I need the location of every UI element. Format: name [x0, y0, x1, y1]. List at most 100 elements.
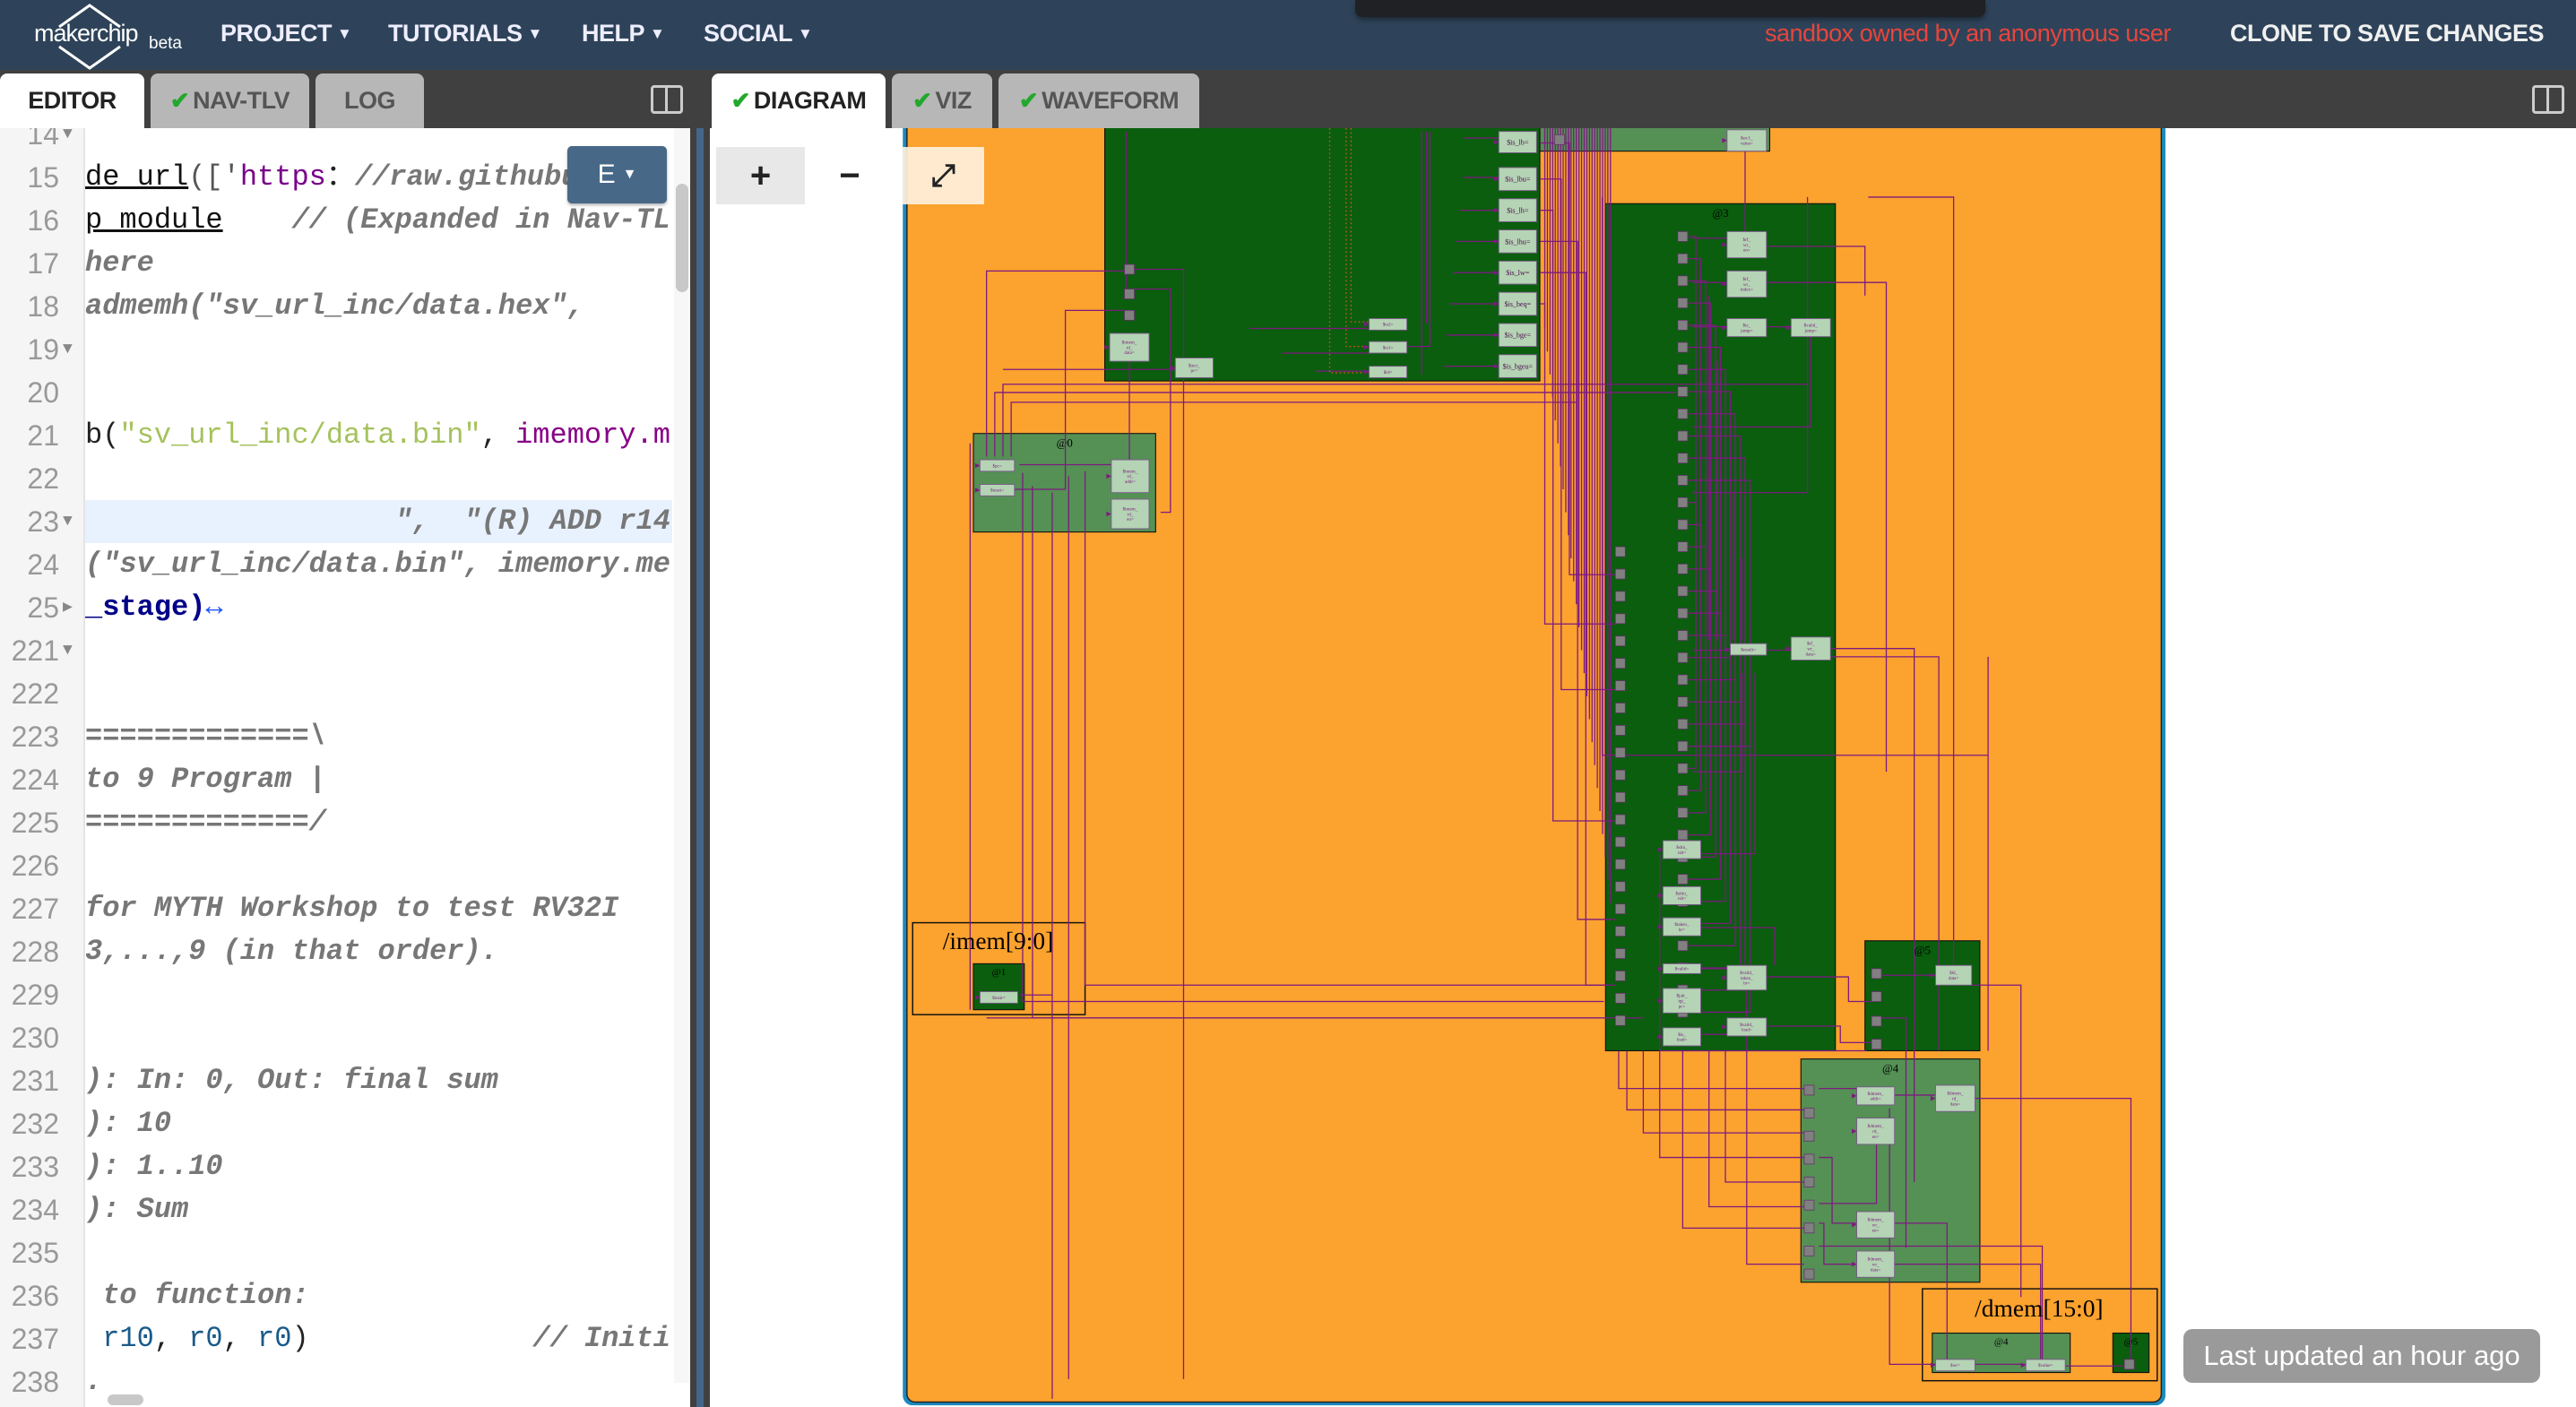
port: [1803, 1246, 1815, 1256]
code-line[interactable]: 236 to function:: [0, 1274, 690, 1317]
fit-view-button[interactable]: ⤢: [903, 147, 984, 204]
menu-project[interactable]: PROJECT ▼: [220, 20, 352, 47]
signal-node[interactable]: $rf_ wr_ index=: [1722, 270, 1768, 298]
editor-mode-button[interactable]: E ▼: [567, 146, 667, 203]
code-line[interactable]: 227 for MYTH Workshop to test RV32I: [0, 887, 690, 930]
code-line[interactable]: 228 3,...,9 (in that order).: [0, 930, 690, 973]
signal-node[interactable]: $jalr_ tgt_ pc=: [1657, 988, 1701, 1014]
menu-social[interactable]: SOCIAL ▼: [704, 20, 813, 47]
code-line[interactable]: 16 p_module // (Expanded in Nav-TLV: [0, 199, 690, 242]
signal-node[interactable]: $rs2=: [1363, 318, 1408, 331]
code-line[interactable]: 17 here: [0, 242, 690, 285]
code-line[interactable]: 226: [0, 844, 690, 887]
signal-node[interactable]: $src1_ value=: [1722, 129, 1768, 152]
code-line[interactable]: 25 ▶ _stage)↔: [0, 586, 690, 629]
code-line[interactable]: 19 ▼: [0, 328, 690, 371]
menu-tutorials[interactable]: TUTORIALS ▼: [388, 20, 542, 47]
signal-node[interactable]: $taken_ br=: [1657, 917, 1701, 937]
menu-help[interactable]: HELP ▼: [582, 20, 665, 47]
signal-node[interactable]: $wr=: [1930, 1359, 1975, 1372]
signal-node[interactable]: $dmem_ addr=: [1852, 1086, 1896, 1106]
signal-node[interactable]: $valid_ taken_ br=: [1722, 964, 1768, 991]
signal-node[interactable]: $dmem_ wr_ data=: [1852, 1250, 1896, 1278]
horizontal-scrollbar-thumb[interactable]: [108, 1394, 143, 1405]
tab-editor[interactable]: EDITOR: [0, 73, 144, 128]
fold-expand-icon[interactable]: ▶: [63, 586, 73, 629]
signal-node[interactable]: $is_lbu=: [1493, 167, 1537, 192]
code-line[interactable]: 222: [0, 672, 690, 715]
split-pane-icon[interactable]: [651, 85, 683, 114]
signal-node[interactable]: $is_lh=: [1493, 198, 1537, 222]
signal-node[interactable]: $valid_ load=: [1722, 1017, 1768, 1037]
code-line[interactable]: 22: [0, 457, 690, 500]
code-line[interactable]: 237 r10, r0, r0) // Initi: [0, 1317, 690, 1360]
vertical-scrollbar[interactable]: [674, 128, 690, 1383]
signal-node[interactable]: $dmem_ rd_ data=: [1930, 1084, 1975, 1112]
code-line[interactable]: 229: [0, 973, 690, 1016]
fold-collapse-icon[interactable]: ▼: [63, 328, 73, 371]
signal-node[interactable]: $is_lhu=: [1493, 229, 1537, 254]
signal-node[interactable]: $sltiu_ rslt=: [1657, 885, 1701, 905]
clone-button[interactable]: CLONE TO SAVE CHANGES: [2230, 20, 2545, 47]
code-line[interactable]: 24 ("sv_url_inc/data.bin", imemory.me: [0, 543, 690, 586]
signal-node[interactable]: $rf_ wr_ data=: [1785, 636, 1831, 660]
tab-diagram[interactable]: ✔ DIAGRAM: [712, 73, 886, 128]
vertical-scrollbar-thumb[interactable]: [676, 184, 688, 292]
signal-node[interactable]: $ld_ data=: [1930, 964, 1973, 986]
signal-node[interactable]: $is_lb=: [1493, 131, 1537, 153]
code-line[interactable]: 232): 10: [0, 1102, 690, 1145]
code-line[interactable]: 238.: [0, 1360, 690, 1403]
signal-node[interactable]: $imem_ rd_ addr=: [1106, 459, 1150, 494]
code-line[interactable]: 221 ▼: [0, 629, 690, 672]
code-line[interactable]: 224 to 9 Program |: [0, 758, 690, 801]
signal-node[interactable]: $valid=: [1657, 962, 1701, 974]
signal-node[interactable]: $is_bgeu=: [1493, 354, 1537, 378]
signal-node[interactable]: $rd=: [1363, 366, 1408, 378]
signal-node[interactable]: $is_beq=: [1493, 291, 1537, 316]
split-pane-icon[interactable]: [2532, 85, 2564, 114]
signal-node[interactable]: $rf_ wr_ en=: [1722, 230, 1768, 259]
tab-nav-tlv[interactable]: ✔ NAV-TLV: [151, 73, 309, 128]
fold-collapse-icon[interactable]: ▼: [63, 500, 73, 543]
signal-node[interactable]: $reset=: [974, 484, 1016, 496]
signal-node[interactable]: $pc=: [974, 459, 1016, 472]
code-line[interactable]: 18 admemh("sv_url_inc/data.hex",: [0, 285, 690, 328]
fold-collapse-icon[interactable]: ▼: [63, 629, 73, 672]
pipeline-diagram[interactable]: @0@1@3@5@4@4 @5 $src1_ value=$is_lb=$is_lb…: [901, 128, 2169, 1407]
code-editor[interactable]: 14 ▼ 15 de_url(['https：//raw.githubu 16 p_mod…: [0, 128, 690, 1407]
code-line[interactable]: 234): Sum: [0, 1188, 690, 1231]
tab-log[interactable]: LOG: [316, 73, 424, 128]
signal-node[interactable]: $imem_ rd_ en=: [1106, 498, 1150, 530]
code-line[interactable]: 20: [0, 371, 690, 414]
tab-viz[interactable]: ✔ VIZ: [892, 73, 992, 128]
signal-node[interactable]: $incr_ pc=: [1170, 357, 1214, 378]
code-line[interactable]: 21 b("sv_url_inc/data.bin", imemory.m: [0, 414, 690, 457]
tab-waveform[interactable]: ✔ WAVEFORM: [998, 73, 1199, 128]
code-line[interactable]: 223 =============\: [0, 715, 690, 758]
code-line[interactable]: 225 =============/: [0, 801, 690, 844]
code-line[interactable]: 230: [0, 1016, 690, 1059]
signal-node[interactable]: $dmem_ wr_ en=: [1852, 1211, 1896, 1239]
zoom-in-button[interactable]: +: [716, 147, 805, 204]
signal-node[interactable]: $instr=: [974, 991, 1018, 1004]
signal-node[interactable]: $is_ load=: [1657, 1027, 1701, 1047]
signal-node[interactable]: $is_ jump=: [1722, 318, 1768, 338]
makerchip-logo[interactable]: makerchip beta: [32, 4, 182, 70]
code-line[interactable]: 231): In: 0, Out: final sum: [0, 1059, 690, 1102]
code-line[interactable]: 233): 1..10: [0, 1145, 690, 1188]
pane-divider[interactable]: [690, 128, 710, 1407]
signal-node[interactable]: $dmem_ rd_ en=: [1852, 1118, 1896, 1145]
signal-node[interactable]: $valid_ jump=: [1785, 318, 1831, 338]
zoom-out-button[interactable]: −: [816, 147, 884, 204]
signal-node[interactable]: $is_bge=: [1493, 323, 1537, 348]
signal-node[interactable]: $rs1=: [1363, 341, 1408, 354]
signal-node[interactable]: $is_lw=: [1493, 260, 1537, 285]
fold-collapse-icon[interactable]: ▼: [63, 128, 73, 156]
signal-node[interactable]: $result=: [1725, 643, 1768, 656]
signal-node[interactable]: $value=: [2020, 1359, 2066, 1372]
port: [1677, 563, 1689, 574]
signal-node[interactable]: $sltu_ rslt=: [1657, 840, 1701, 859]
code-line[interactable]: 235: [0, 1231, 690, 1274]
code-line[interactable]: 23 ▼ ", "(R) ADD r14: [0, 500, 690, 543]
signal-node[interactable]: $imem_ rd_ data=: [1104, 332, 1150, 362]
